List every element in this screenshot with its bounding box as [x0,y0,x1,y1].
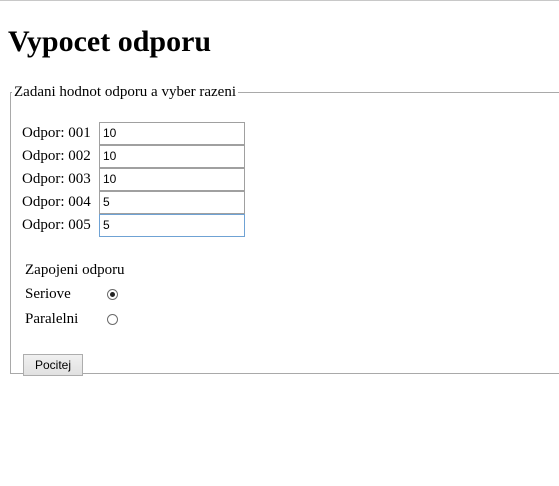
resistor-row-003: Odpor: 003 [22,167,245,191]
connection-label: Zapojeni odporu [25,262,125,278]
resistor-form: Zadani hodnot odporu a vyber razeni Odpo… [10,84,559,376]
resistor-label: Odpor: 001 [22,124,91,141]
resistor-input-003[interactable] [99,167,245,191]
radio-seriove[interactable] [107,289,118,300]
resistor-label: Odpor: 003 [22,170,91,187]
resistor-row-002: Odpor: 002 [22,144,245,168]
page-title: Vypocet odporu [8,25,212,58]
option-seriove[interactable]: Seriove [25,286,118,303]
resistor-label: Odpor: 004 [22,193,91,210]
resistor-input-001[interactable] [99,121,245,145]
resistor-input-005[interactable] [99,213,245,237]
option-label: Paralelni [25,311,79,327]
resistor-label: Odpor: 005 [22,216,91,233]
resistor-row-005: Odpor: 005 [22,213,245,237]
resistor-input-004[interactable] [99,190,245,214]
resistor-row-004: Odpor: 004 [22,190,245,214]
option-paralelni[interactable]: Paralelni [25,311,118,328]
top-divider [0,0,559,1]
resistor-input-002[interactable] [99,144,245,168]
calculate-button[interactable]: Pocitej [23,354,83,376]
form-legend: Zadani hodnot odporu a vyber razeni [14,84,237,100]
radio-paralelni[interactable] [107,314,118,325]
resistor-row-001: Odpor: 001 [22,121,245,145]
resistor-label: Odpor: 002 [22,147,91,164]
option-label: Seriove [25,286,71,302]
